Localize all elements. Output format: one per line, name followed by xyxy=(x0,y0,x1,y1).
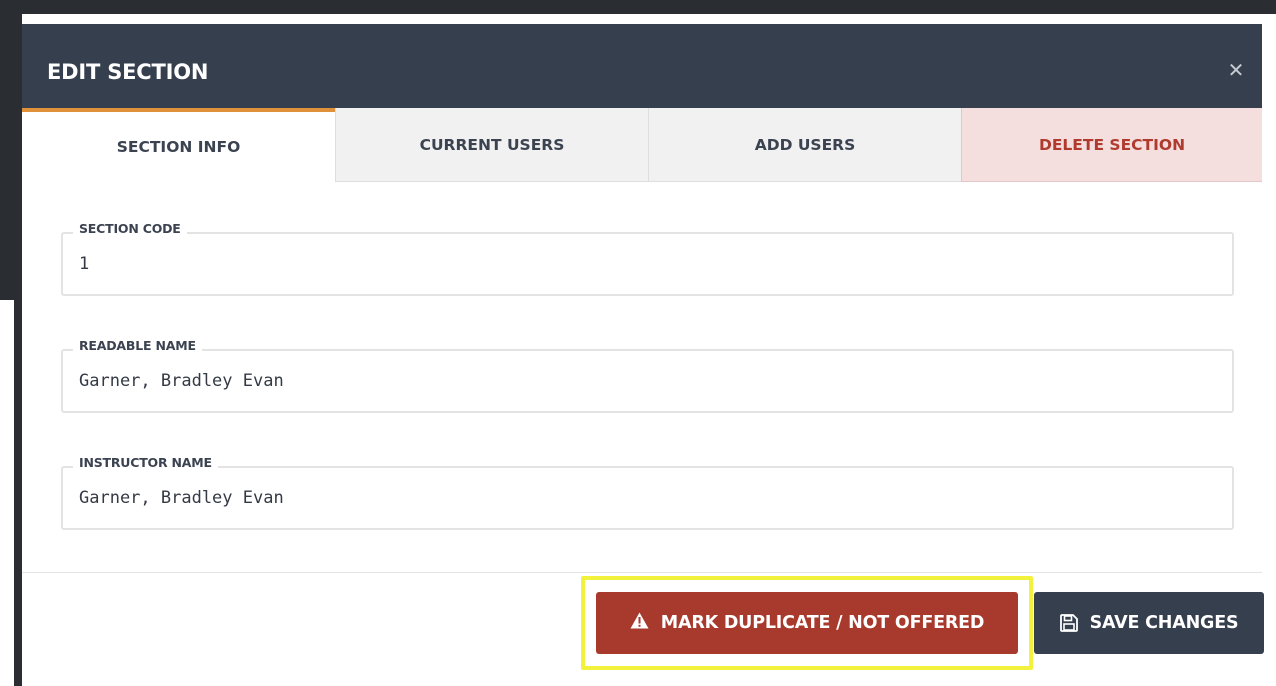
mark-duplicate-label: MARK DUPLICATE / NOT OFFERED xyxy=(660,613,985,633)
readable-name-label: READABLE NAME xyxy=(73,338,202,353)
warning-icon xyxy=(630,612,649,634)
section-code-label: SECTION CODE xyxy=(73,221,187,236)
tab-label: ADD USERS xyxy=(754,135,856,154)
instructor-name-value[interactable]: Garner, Bradley Evan xyxy=(79,488,284,508)
readable-name-value[interactable]: Garner, Bradley Evan xyxy=(79,371,284,391)
tab-section-info[interactable]: SECTION INFO xyxy=(22,108,335,182)
backdrop-top xyxy=(0,0,1276,14)
save-changes-button[interactable]: SAVE CHANGES xyxy=(1034,592,1264,654)
tab-delete-section[interactable]: DELETE SECTION xyxy=(961,108,1262,182)
footer-divider xyxy=(22,572,1262,573)
modal-title: EDIT SECTION xyxy=(47,60,209,84)
close-icon[interactable]: ✕ xyxy=(1222,56,1250,84)
tab-add-users[interactable]: ADD USERS xyxy=(648,108,961,182)
floppy-disk-icon xyxy=(1059,614,1078,632)
tab-current-users[interactable]: CURRENT USERS xyxy=(335,108,648,182)
tab-label: SECTION INFO xyxy=(116,138,241,156)
edit-section-modal: EDIT SECTION ✕ SECTION INFO CURRENT USER… xyxy=(14,14,1264,686)
tab-bar: SECTION INFO CURRENT USERS ADD USERS DEL… xyxy=(22,108,1262,186)
mark-duplicate-button[interactable]: MARK DUPLICATE / NOT OFFERED xyxy=(596,592,1018,654)
section-code-value[interactable]: 1 xyxy=(79,254,89,274)
modal-header: EDIT SECTION ✕ xyxy=(22,24,1262,108)
tab-label: CURRENT USERS xyxy=(419,135,565,154)
readable-name-field[interactable]: READABLE NAME Garner, Bradley Evan xyxy=(61,338,1234,413)
save-changes-label: SAVE CHANGES xyxy=(1089,613,1239,633)
backdrop-left-lower xyxy=(0,300,14,686)
tab-label: DELETE SECTION xyxy=(1038,135,1186,154)
instructor-name-field[interactable]: INSTRUCTOR NAME Garner, Bradley Evan xyxy=(61,455,1234,530)
section-code-field[interactable]: SECTION CODE 1 xyxy=(61,221,1234,296)
instructor-name-label: INSTRUCTOR NAME xyxy=(73,455,218,470)
